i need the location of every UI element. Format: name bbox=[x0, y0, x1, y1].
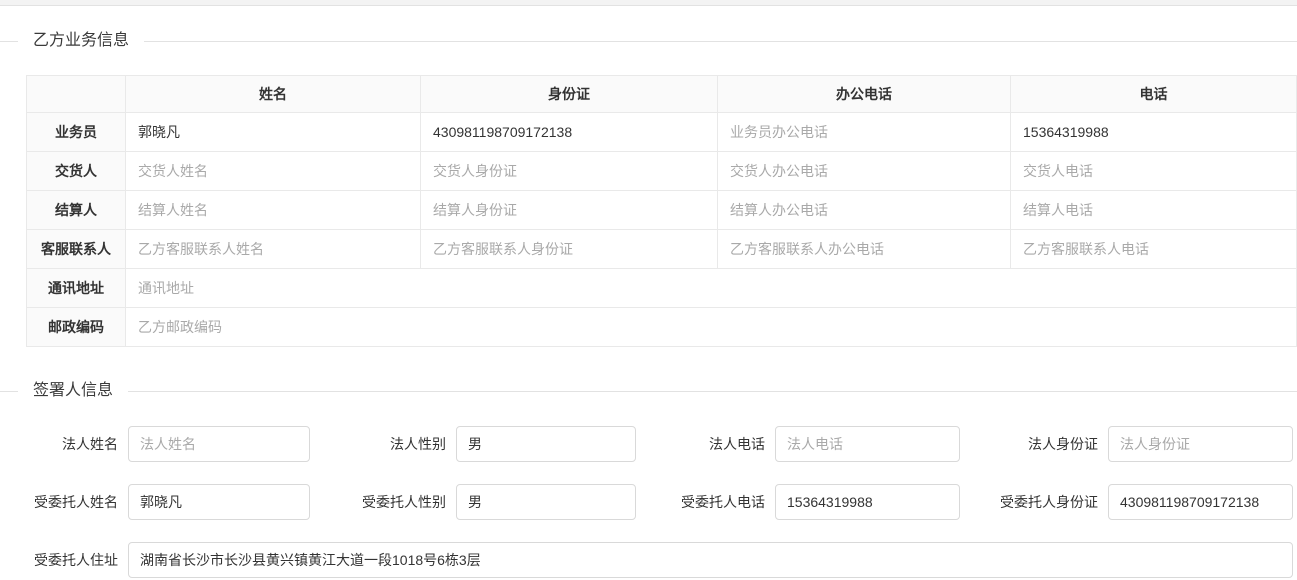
agent-gender-label: 受委托人性别 bbox=[310, 492, 456, 512]
agent-address-input[interactable] bbox=[128, 542, 1293, 578]
deliverer-name-input[interactable] bbox=[138, 163, 408, 179]
table-header-row: 姓名 身份证 办公电话 电话 bbox=[27, 76, 1297, 113]
salesman-office-phone-input[interactable] bbox=[730, 124, 998, 140]
salesman-id-card-input[interactable] bbox=[433, 124, 705, 140]
table-row-settler: 结算人 bbox=[27, 191, 1297, 230]
section-divider-signer: 签署人信息 bbox=[0, 379, 1297, 403]
signer-form-row-legal: 法人姓名 法人性别 法人电话 法人身份证 bbox=[0, 426, 1297, 462]
section-divider-party-b: 乙方业务信息 bbox=[0, 29, 1297, 53]
table-row-deliverer: 交货人 bbox=[27, 152, 1297, 191]
service-contact-id-card-input[interactable] bbox=[433, 241, 705, 257]
deliverer-office-phone-input[interactable] bbox=[730, 163, 998, 179]
divider-line-left bbox=[0, 391, 18, 392]
agent-id-card-input[interactable] bbox=[1108, 484, 1293, 520]
legal-gender-input[interactable] bbox=[456, 426, 636, 462]
agent-name-label: 受委托人姓名 bbox=[0, 492, 128, 512]
legal-name-label: 法人姓名 bbox=[0, 434, 128, 454]
service-contact-name-input[interactable] bbox=[138, 241, 408, 257]
service-contact-office-phone-input[interactable] bbox=[730, 241, 998, 257]
agent-phone-input[interactable] bbox=[775, 484, 960, 520]
col-header-id-card: 身份证 bbox=[421, 76, 718, 113]
agent-name-input[interactable] bbox=[128, 484, 310, 520]
deliverer-id-card-input[interactable] bbox=[433, 163, 705, 179]
legal-id-card-input[interactable] bbox=[1108, 426, 1293, 462]
settler-name-input[interactable] bbox=[138, 202, 408, 218]
row-label-settler: 结算人 bbox=[27, 191, 126, 230]
agent-phone-label: 受委托人电话 bbox=[636, 492, 775, 512]
mailing-address-input[interactable] bbox=[138, 280, 1284, 296]
legal-phone-label: 法人电话 bbox=[636, 434, 775, 454]
row-label-salesman: 业务员 bbox=[27, 113, 126, 152]
divider-line-right bbox=[128, 391, 1297, 392]
agent-gender-input[interactable] bbox=[456, 484, 636, 520]
deliverer-phone-input[interactable] bbox=[1023, 163, 1284, 179]
table-row-postal-code: 邮政编码 bbox=[27, 308, 1297, 347]
col-header-phone: 电话 bbox=[1011, 76, 1297, 113]
signer-form: 法人姓名 法人性别 法人电话 法人身份证 受委托人姓名 受委托人性别 受委托人电… bbox=[0, 426, 1297, 578]
col-header-empty bbox=[27, 76, 126, 113]
party-b-table: 姓名 身份证 办公电话 电话 业务员 交货人 结算人 客 bbox=[26, 75, 1297, 347]
row-label-deliverer: 交货人 bbox=[27, 152, 126, 191]
row-label-service-contact: 客服联系人 bbox=[27, 230, 126, 269]
section-title-signer: 签署人信息 bbox=[18, 379, 128, 403]
service-contact-phone-input[interactable] bbox=[1023, 241, 1284, 257]
legal-id-card-label: 法人身份证 bbox=[960, 434, 1108, 454]
divider-line-right bbox=[144, 41, 1297, 42]
section-title-party-b: 乙方业务信息 bbox=[18, 29, 144, 53]
agent-id-card-label: 受委托人身份证 bbox=[960, 492, 1108, 512]
col-header-office-phone: 办公电话 bbox=[718, 76, 1011, 113]
legal-name-input[interactable] bbox=[128, 426, 310, 462]
col-header-name: 姓名 bbox=[126, 76, 421, 113]
row-label-postal-code: 邮政编码 bbox=[27, 308, 126, 347]
row-label-mailing-address: 通讯地址 bbox=[27, 269, 126, 308]
signer-form-row-agent-address: 受委托人住址 bbox=[0, 542, 1297, 578]
postal-code-input[interactable] bbox=[138, 319, 1284, 335]
settler-id-card-input[interactable] bbox=[433, 202, 705, 218]
divider-line-left bbox=[0, 41, 18, 42]
table-row-mailing-address: 通讯地址 bbox=[27, 269, 1297, 308]
legal-phone-input[interactable] bbox=[775, 426, 960, 462]
settler-phone-input[interactable] bbox=[1023, 202, 1284, 218]
settler-office-phone-input[interactable] bbox=[730, 202, 998, 218]
top-divider-bar bbox=[0, 0, 1297, 6]
table-row-service-contact: 客服联系人 bbox=[27, 230, 1297, 269]
signer-form-row-agent: 受委托人姓名 受委托人性别 受委托人电话 受委托人身份证 bbox=[0, 484, 1297, 520]
table-row-salesman: 业务员 bbox=[27, 113, 1297, 152]
legal-gender-label: 法人性别 bbox=[310, 434, 456, 454]
salesman-phone-input[interactable] bbox=[1023, 124, 1284, 140]
salesman-name-input[interactable] bbox=[138, 124, 408, 140]
agent-address-label: 受委托人住址 bbox=[0, 550, 128, 570]
